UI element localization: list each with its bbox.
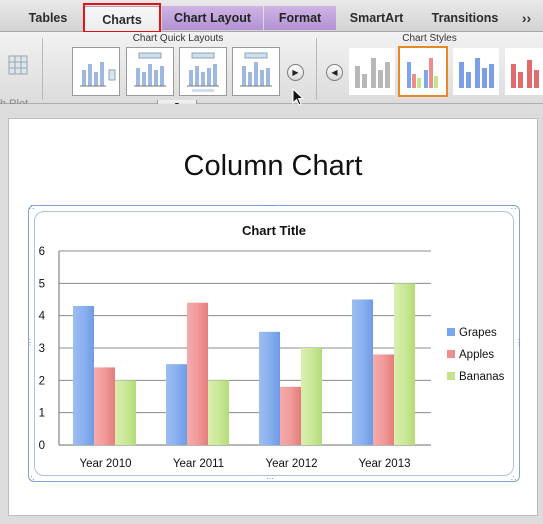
powerpoint-window: { "ribbon": { "tabs": [ {"label": "Table… [0, 0, 543, 524]
play-right-icon: ▶ [292, 68, 299, 77]
bar-apples-0[interactable] [94, 367, 115, 445]
tab-smartart[interactable]: SmartArt [339, 6, 414, 30]
bar-apples-2[interactable] [280, 386, 301, 445]
slide-title[interactable]: Column Chart [8, 150, 538, 183]
legend-label: Apples [459, 349, 494, 361]
layout-4-icon [240, 52, 272, 87]
tab-tables[interactable]: Tables [14, 6, 82, 30]
y-tick-label: 3 [39, 343, 45, 355]
x-tick-label: Year 2010 [79, 458, 131, 470]
x-tick-label: Year 2013 [358, 458, 410, 470]
quick-layout-4[interactable] [232, 47, 280, 96]
plot-button[interactable]: h Plot [0, 46, 33, 110]
chart-title[interactable]: Chart Title [242, 223, 306, 238]
style-2-icon [407, 58, 438, 88]
quick-layout-2[interactable] [126, 47, 174, 96]
chart-legend[interactable]: Grapes Apples Bananas [447, 327, 505, 383]
chart-style-4[interactable] [505, 48, 543, 95]
column-chart: Chart Title 0123456 Year 2010 Year 2011 Ye… [39, 223, 505, 470]
y-tick-label: 2 [39, 375, 45, 387]
bar-bananas-1[interactable] [208, 380, 229, 445]
style-3-icon [459, 58, 494, 88]
y-tick-label: 4 [39, 311, 46, 323]
y-tick-label: 0 [39, 440, 45, 452]
group-separator [316, 38, 317, 100]
y-axis-tick-labels: 0 1 2 3 4 5 6 [39, 246, 46, 452]
grid-icon [8, 55, 28, 75]
bar-grapes-1[interactable] [166, 364, 187, 445]
chart-styles-group-title: Chart Styles [402, 33, 457, 44]
bar-bananas-3[interactable] [394, 283, 415, 445]
chart-style-3[interactable] [453, 48, 499, 95]
bar-grapes-2[interactable] [259, 331, 280, 445]
group-separator [42, 38, 43, 100]
bar-apples-3[interactable] [373, 354, 394, 445]
style-4-icon [511, 60, 539, 88]
legend-label: Grapes [459, 327, 497, 339]
bar-bananas-0[interactable] [115, 380, 136, 445]
x-tick-label: Year 2011 [173, 458, 224, 470]
previous-styles-button[interactable]: ◀ [326, 64, 343, 81]
legend-swatch [447, 328, 455, 336]
x-axis-tick-labels: Year 2010 Year 2011 Year 2012 Year 2013 [79, 458, 410, 470]
x-tick-label: Year 2012 [265, 458, 317, 470]
tab-format-label: Format [278, 11, 322, 25]
legend-label: Bananas [459, 371, 505, 383]
y-tick-label: 1 [39, 408, 45, 420]
quick-layout-3[interactable] [179, 47, 227, 96]
chart-style-2-selected[interactable] [398, 46, 448, 97]
tab-transitions-label: Transitions [431, 11, 499, 25]
quick-layout-1[interactable] [72, 47, 120, 96]
y-tick-label: 6 [39, 246, 45, 258]
tab-charts-label: Charts [102, 12, 142, 27]
layout-2-icon [134, 52, 166, 87]
play-left-icon: ◀ [331, 68, 338, 77]
y-tick-label: 5 [39, 278, 45, 290]
legend-swatch [447, 350, 455, 358]
layout-3-icon [187, 52, 219, 92]
tab-tables-label: Tables [28, 11, 68, 25]
tab-chart-layout-label: Chart Layout [173, 11, 252, 25]
tab-chart-layout[interactable]: Chart Layout [162, 6, 263, 30]
legend-swatch [447, 372, 455, 380]
bar-grapes-3[interactable] [352, 299, 373, 446]
tab-charts[interactable]: Charts [84, 6, 160, 32]
tab-format[interactable]: Format [264, 6, 336, 30]
layout-1-icon [80, 62, 116, 87]
bar-grapes-0[interactable] [73, 305, 94, 445]
quick-layouts-group-title: Chart Quick Layouts [132, 33, 224, 44]
chevron-right-double-icon: ›› [521, 10, 532, 26]
mouse-pointer-icon [292, 88, 304, 106]
ribbon-body: h Plot Chart Quick Layouts [0, 32, 543, 110]
bar-apples-1[interactable] [187, 302, 208, 445]
tab-smartart-label: SmartArt [349, 11, 404, 25]
ribbon-tab-bar: Tables Charts Chart Layout Format SmartA… [0, 0, 543, 33]
next-layouts-button[interactable]: ▶ [287, 64, 304, 81]
bar-bananas-2[interactable] [301, 348, 322, 445]
chart-bars [73, 283, 415, 445]
tab-overflow-button[interactable]: ›› [510, 6, 543, 30]
tab-transitions[interactable]: Transitions [418, 6, 512, 30]
style-1-icon [355, 58, 390, 88]
chart-style-1[interactable] [349, 48, 395, 95]
